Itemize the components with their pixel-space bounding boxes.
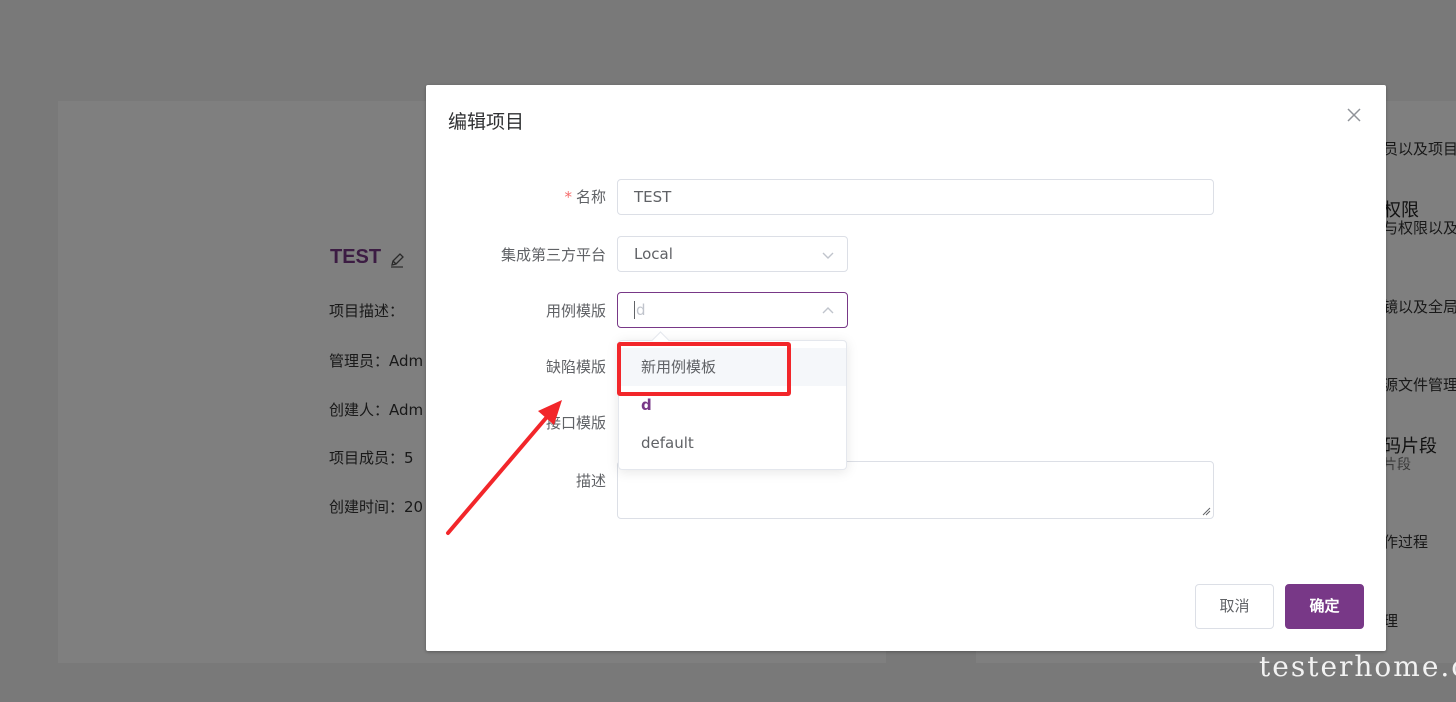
chevron-down-icon [822,252,834,259]
close-icon[interactable] [1344,105,1364,125]
annotation-arrow-icon [446,400,562,535]
name-label-text: 名称 [575,188,606,206]
case-template-label: 用例模版 [545,302,606,320]
chevron-up-icon [822,307,834,314]
platform-select[interactable]: Local [617,236,848,272]
watermark: testerhome.com [1259,650,1456,683]
confirm-button[interactable]: 确定 [1285,584,1364,629]
annotation-highlight-box [617,342,791,396]
dropdown-option[interactable]: default [619,424,846,462]
name-label: * 名称 [426,186,606,207]
platform-value: Local [634,245,673,263]
case-template-value: d [634,301,646,319]
dialog-title: 编辑项目 [448,111,525,133]
cancel-button[interactable]: 取消 [1195,584,1274,629]
name-value: TEST [634,188,672,206]
name-input[interactable]: TEST [617,179,1214,215]
case-template-select[interactable]: d [617,292,848,328]
edit-project-dialog: 编辑项目 * 名称 TEST 集成第三方平台 Local 用例模版 d 缺陷模版 … [426,85,1386,651]
resize-handle-icon[interactable] [1201,506,1211,516]
platform-label: 集成第三方平台 [500,246,606,264]
required-mark: * [564,188,572,206]
defect-template-label: 缺陷模版 [545,358,606,376]
